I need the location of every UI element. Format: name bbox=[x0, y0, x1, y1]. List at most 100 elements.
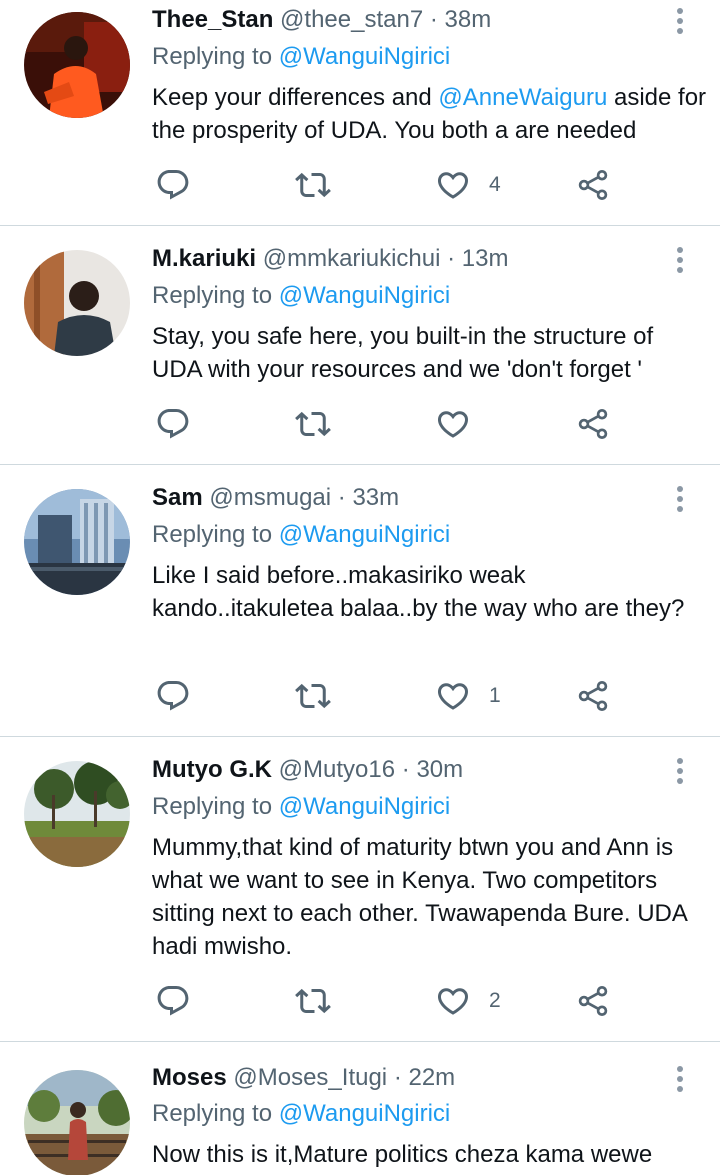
replying-mention[interactable]: @WanguiNgirici bbox=[279, 1100, 451, 1127]
handle[interactable]: @mmkariukichui bbox=[263, 245, 441, 272]
more-icon[interactable] bbox=[670, 754, 690, 794]
action-bar: 1 bbox=[150, 676, 630, 716]
share-icon bbox=[578, 986, 608, 1016]
display-name[interactable]: Sam bbox=[152, 484, 203, 511]
mention-link[interactable]: @AnneWaiguru bbox=[438, 84, 607, 111]
more-icon[interactable] bbox=[670, 482, 690, 522]
display-name[interactable]: M.kariuki bbox=[152, 245, 256, 272]
like-button[interactable]: 4 bbox=[435, 165, 501, 205]
share-icon bbox=[578, 409, 608, 439]
tweet-5[interactable]: Moses @Moses_Itugi · 22m Replying to @Wa… bbox=[0, 1042, 720, 1175]
timestamp[interactable]: 22m bbox=[408, 1064, 455, 1091]
more-icon[interactable] bbox=[670, 1062, 690, 1102]
replying-mention[interactable]: @WanguiNgirici bbox=[279, 521, 451, 548]
tweet-4[interactable]: Mutyo G.K @Mutyo16 · 30m Replying to @Wa… bbox=[0, 737, 720, 1041]
like-icon bbox=[437, 988, 469, 1015]
like-icon bbox=[437, 172, 469, 199]
replying-label: Replying to bbox=[152, 43, 273, 70]
reply-icon bbox=[157, 409, 189, 439]
retweet-button[interactable] bbox=[295, 676, 331, 716]
replying-mention[interactable]: @WanguiNgirici bbox=[279, 282, 451, 309]
handle[interactable]: @Mutyo16 bbox=[279, 756, 395, 783]
reply-button[interactable] bbox=[155, 981, 191, 1021]
retweet-icon bbox=[295, 172, 331, 198]
action-bar: 2 bbox=[150, 981, 630, 1021]
retweet-icon bbox=[295, 411, 331, 437]
tweet-3[interactable]: Sam @msmugai · 33m Replying to @WanguiNg… bbox=[0, 465, 720, 736]
tweet-header: Moses @Moses_Itugi · 22m bbox=[152, 1063, 455, 1093]
reply-button[interactable] bbox=[155, 676, 191, 716]
display-name[interactable]: Moses bbox=[152, 1064, 227, 1091]
more-icon[interactable] bbox=[670, 243, 690, 283]
tweet-text: Mummy,that kind of maturity btwn you and… bbox=[152, 834, 687, 960]
handle[interactable]: @thee_stan7 bbox=[280, 6, 423, 33]
more-icon[interactable] bbox=[670, 4, 690, 44]
text-part: Keep your differences and bbox=[152, 84, 439, 111]
share-button[interactable] bbox=[575, 404, 611, 444]
avatar[interactable] bbox=[24, 12, 130, 118]
reply-icon bbox=[157, 170, 189, 200]
like-button[interactable]: 1 bbox=[435, 676, 501, 716]
timestamp[interactable]: 13m bbox=[462, 245, 509, 272]
reply-button[interactable] bbox=[155, 165, 191, 205]
display-name[interactable]: Mutyo G.K bbox=[152, 756, 272, 783]
replying-label: Replying to bbox=[152, 521, 273, 548]
replying-to: Replying to @WanguiNgirici bbox=[152, 42, 450, 72]
like-count: 2 bbox=[489, 989, 501, 1012]
share-icon bbox=[578, 681, 608, 711]
avatar[interactable] bbox=[24, 1070, 130, 1175]
action-bar: 4 bbox=[150, 165, 630, 205]
replying-to: Replying to @WanguiNgirici bbox=[152, 281, 450, 311]
tweet-text: Now this is it,Mature politics cheza kam… bbox=[152, 1141, 653, 1168]
retweet-button[interactable] bbox=[295, 404, 331, 444]
retweet-button[interactable] bbox=[295, 981, 331, 1021]
like-count: 1 bbox=[489, 684, 501, 707]
retweet-icon bbox=[295, 683, 331, 709]
timestamp[interactable]: 33m bbox=[352, 484, 399, 511]
replying-mention[interactable]: @WanguiNgirici bbox=[279, 43, 451, 70]
handle[interactable]: @Moses_Itugi bbox=[233, 1064, 387, 1091]
replying-label: Replying to bbox=[152, 1100, 273, 1127]
tweet-1[interactable]: Thee_Stan @thee_stan7 · 38m Replying to … bbox=[0, 0, 720, 225]
separator: · bbox=[401, 756, 410, 783]
tweet-header: Mutyo G.K @Mutyo16 · 30m bbox=[152, 755, 463, 785]
separator: · bbox=[337, 484, 346, 511]
reply-button[interactable] bbox=[155, 404, 191, 444]
tweet-header: Sam @msmugai · 33m bbox=[152, 483, 399, 513]
avatar[interactable] bbox=[24, 250, 130, 356]
replying-to: Replying to @WanguiNgirici bbox=[152, 792, 450, 822]
separator: · bbox=[393, 1064, 402, 1091]
retweet-icon bbox=[295, 988, 331, 1014]
reply-icon bbox=[157, 986, 189, 1016]
like-icon bbox=[437, 683, 469, 710]
share-button[interactable] bbox=[575, 981, 611, 1021]
retweet-button[interactable] bbox=[295, 165, 331, 205]
avatar[interactable] bbox=[24, 761, 130, 867]
replying-label: Replying to bbox=[152, 282, 273, 309]
share-icon bbox=[578, 170, 608, 200]
like-button[interactable]: 2 bbox=[435, 981, 501, 1021]
like-icon bbox=[437, 411, 469, 438]
timestamp[interactable]: 38m bbox=[445, 6, 492, 33]
replying-mention[interactable]: @WanguiNgirici bbox=[279, 793, 451, 820]
display-name[interactable]: Thee_Stan bbox=[152, 6, 273, 33]
avatar[interactable] bbox=[24, 489, 130, 595]
separator: · bbox=[429, 6, 438, 33]
like-button[interactable] bbox=[435, 404, 471, 444]
tweet-text: Keep your differences and @AnneWaiguru a… bbox=[152, 81, 707, 147]
timestamp[interactable]: 30m bbox=[416, 756, 463, 783]
tweet-header: Thee_Stan @thee_stan7 · 38m bbox=[152, 5, 491, 35]
tweet-2[interactable]: M.kariuki @mmkariukichui · 13m Replying … bbox=[0, 226, 720, 464]
action-bar bbox=[150, 404, 630, 444]
separator: · bbox=[447, 245, 456, 272]
tweet-text: Like I said before..makasiriko weak kand… bbox=[152, 562, 685, 622]
handle[interactable]: @msmugai bbox=[209, 484, 331, 511]
share-button[interactable] bbox=[575, 676, 611, 716]
reply-icon bbox=[157, 681, 189, 711]
like-count: 4 bbox=[489, 173, 501, 196]
replying-label: Replying to bbox=[152, 793, 273, 820]
tweet-header: M.kariuki @mmkariukichui · 13m bbox=[152, 244, 508, 274]
tweet-text: Stay, you safe here, you built-in the st… bbox=[152, 323, 654, 383]
share-button[interactable] bbox=[575, 165, 611, 205]
replying-to: Replying to @WanguiNgirici bbox=[152, 1099, 450, 1129]
